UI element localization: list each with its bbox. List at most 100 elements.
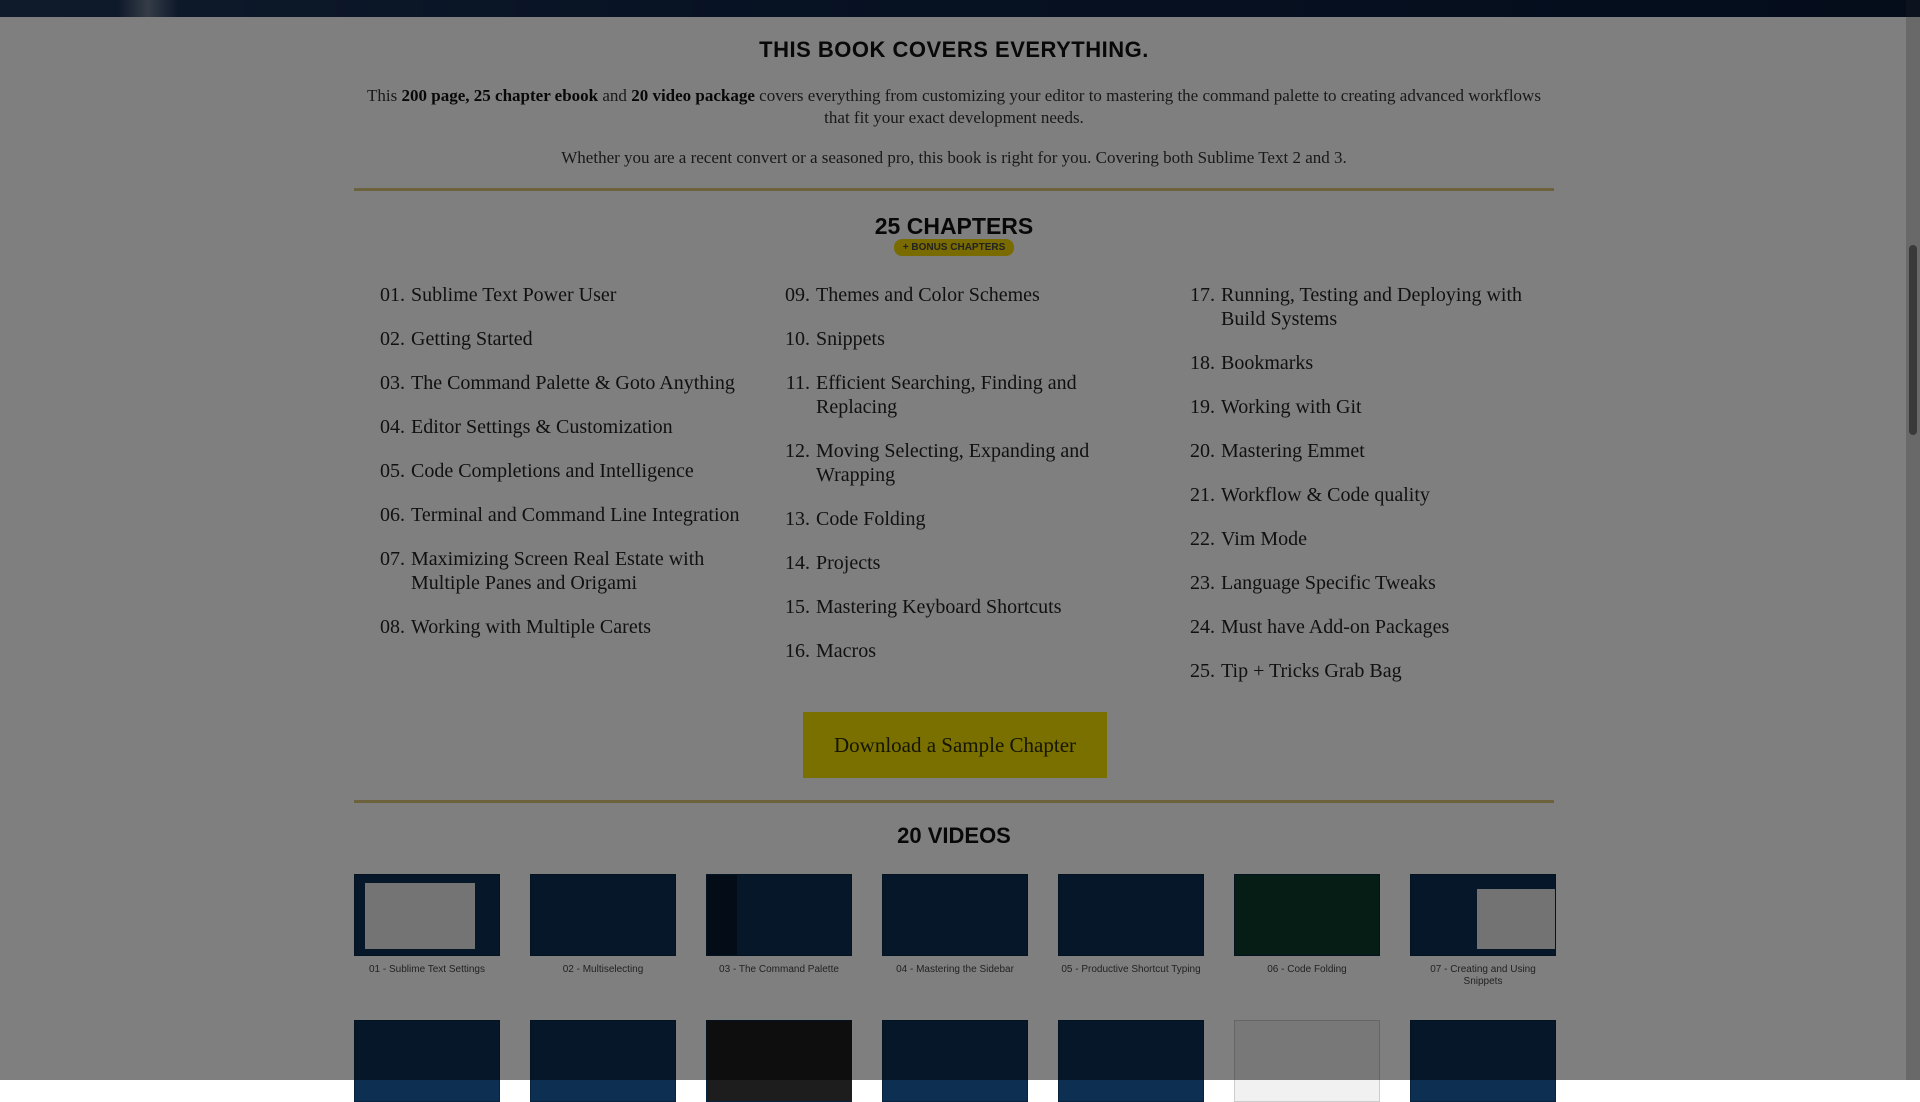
video-thumbnail-image[interactable] [706, 874, 852, 956]
chapter-number: 15. [785, 596, 810, 618]
video-thumbnail-image[interactable] [354, 1020, 500, 1102]
chapter-number: 24. [1190, 616, 1215, 638]
chapter-number: 25. [1190, 660, 1215, 682]
video-thumbnail-image[interactable] [530, 1020, 676, 1102]
chapters-heading: 25 CHAPTERS [874, 213, 1034, 239]
intro-lead: This [367, 86, 402, 105]
chapter-number: 16. [785, 640, 810, 662]
video-thumbnail-card[interactable]: 03 - The Command Palette [706, 874, 852, 976]
video-thumbnail-card[interactable] [706, 1020, 852, 1102]
chapter-item: 25. Tip + Tricks Grab Bag [1164, 659, 1554, 683]
chapter-number: 10. [785, 328, 810, 350]
chapter-title: Code Completions and Intelligence [411, 460, 694, 482]
chapter-number: 05. [380, 460, 405, 482]
chapter-number: 02. [380, 328, 405, 350]
chapter-item: 18. Bookmarks [1164, 351, 1554, 375]
page-scrollbar[interactable] [1906, 0, 1920, 1080]
video-thumbnail-card[interactable] [1234, 1020, 1380, 1102]
video-thumbnail-image[interactable] [1234, 1020, 1380, 1102]
chapter-title: Terminal and Command Line Integration [411, 504, 740, 526]
video-thumbnail-image[interactable] [1058, 1020, 1204, 1102]
chapter-number: 03. [380, 372, 405, 394]
chapter-item: 17. Running, Testing and Deploying with B… [1164, 283, 1554, 331]
main-heading: THIS BOOK COVERS EVERYTHING. [759, 37, 1149, 62]
chapter-list-column-1: 01. Sublime Text Power User 02. Getting Sta… [354, 283, 744, 659]
video-thumbnail-card[interactable] [530, 1020, 676, 1102]
video-thumbnail-card[interactable]: 05 - Productive Shortcut Typing [1058, 874, 1204, 976]
chapter-title: Running, Testing and Deploying with Buil… [1221, 284, 1522, 330]
chapter-title: Maximizing Screen Real Estate with Multi… [411, 548, 705, 594]
chapter-item: 09. Themes and Color Schemes [759, 283, 1149, 307]
video-thumbnail-image[interactable] [1410, 874, 1556, 956]
intro-rest: covers everything from customizing your … [754, 86, 1541, 127]
video-thumbnail-image[interactable] [354, 874, 500, 956]
chapter-title: Moving Selecting, Expanding and Wrapping [816, 440, 1090, 486]
header-glow [118, 0, 178, 17]
video-thumbnail-card[interactable] [1058, 1020, 1204, 1102]
scrollbar-thumb[interactable] [1909, 245, 1917, 435]
video-thumbnail-image[interactable] [1410, 1020, 1556, 1102]
video-thumbnail-card[interactable] [354, 1020, 500, 1102]
video-thumbnail-card[interactable] [882, 1020, 1028, 1102]
page-content: THIS BOOK COVERS EVERYTHING. This 200 pa… [354, 17, 1556, 1102]
video-thumbnail-image[interactable] [1234, 874, 1380, 956]
chapter-number: 17. [1190, 284, 1215, 306]
chapter-number: 20. [1190, 440, 1215, 462]
video-thumbnail-image[interactable] [1058, 874, 1204, 956]
video-label: 04 - Mastering the Sidebar [896, 964, 1014, 975]
video-thumbnail-image[interactable] [530, 874, 676, 956]
chapter-title: Efficient Searching, Finding and Replaci… [816, 372, 1077, 418]
chapter-number: 11. [785, 372, 810, 394]
chapter-number: 23. [1190, 572, 1215, 594]
video-thumbnail-card[interactable]: 01 - Sublime Text Settings [354, 874, 500, 976]
video-thumbnail-card[interactable] [1410, 1020, 1556, 1102]
chapter-title: Code Folding [816, 508, 926, 530]
video-thumbnail-card[interactable]: 04 - Mastering the Sidebar [882, 874, 1028, 976]
chapter-number: 09. [785, 284, 810, 306]
chapter-number: 22. [1190, 528, 1215, 550]
chapter-item: 06. Terminal and Command Line Integration [354, 503, 744, 527]
bonus-chapters-badge: + BONUS CHAPTERS [894, 239, 1014, 256]
chapter-title: Themes and Color Schemes [816, 284, 1040, 306]
chapter-item: 08. Working with Multiple Carets [354, 615, 744, 639]
intro-bold-ebook: 200 page, 25 chapter ebook [401, 86, 599, 105]
chapter-title: Macros [816, 640, 876, 662]
chapter-number: 19. [1190, 396, 1215, 418]
intro-paragraph: This 200 page, 25 chapter ebook and 20 v… [354, 85, 1554, 129]
video-thumbnail-image[interactable] [706, 1020, 852, 1102]
video-label: 02 - Multiselecting [562, 964, 644, 975]
chapter-item: 13. Code Folding [759, 507, 1149, 531]
chapter-number: 06. [380, 504, 405, 526]
video-thumbnail-card[interactable]: 06 - Code Folding [1234, 874, 1380, 976]
chapter-title: Workflow & Code quality [1221, 484, 1430, 506]
video-thumbnail-card[interactable]: 07 - Creating and Using Snippets [1410, 874, 1556, 988]
chapter-item: 01. Sublime Text Power User [354, 283, 744, 307]
chapter-number: 04. [380, 416, 405, 438]
chapter-item: 12. Moving Selecting, Expanding and Wrapp… [759, 439, 1149, 487]
chapter-number: 13. [785, 508, 810, 530]
chapter-title: The Command Palette & Goto Anything [411, 372, 735, 394]
chapter-number: 08. [380, 616, 405, 638]
chapter-item: 10. Snippets [759, 327, 1149, 351]
video-thumbnail-card[interactable]: 02 - Multiselecting [530, 874, 676, 976]
chapter-item: 22. Vim Mode [1164, 527, 1554, 551]
video-thumbnail-image[interactable] [882, 1020, 1028, 1102]
chapter-number: 01. [380, 284, 405, 306]
chapter-item: 05. Code Completions and Intelligence [354, 459, 744, 483]
chapter-list-column-3: 17. Running, Testing and Deploying with B… [1164, 283, 1554, 703]
chapter-number: 21. [1190, 484, 1215, 506]
video-label: 06 - Code Folding [1267, 964, 1347, 975]
chapter-item: 14. Projects [759, 551, 1149, 575]
chapter-item: 21. Workflow & Code quality [1164, 483, 1554, 507]
chapter-list-column-2: 09. Themes and Color Schemes 10. Snippets 11… [759, 283, 1149, 683]
video-label: 01 - Sublime Text Settings [369, 964, 485, 975]
intro-line-2: Whether you are a recent convert or a se… [561, 148, 1347, 167]
chapter-number: 12. [785, 440, 810, 462]
video-thumbnail-image[interactable] [882, 874, 1028, 956]
video-label: 03 - The Command Palette [719, 964, 839, 975]
chapter-title: Must have Add-on Packages [1221, 616, 1450, 638]
chapter-item: 07. Maximizing Screen Real Estate with Mu… [354, 547, 744, 595]
section-divider [354, 188, 1554, 191]
chapter-title: Vim Mode [1221, 528, 1308, 550]
download-sample-chapter-button[interactable]: Download a Sample Chapter [803, 712, 1107, 778]
